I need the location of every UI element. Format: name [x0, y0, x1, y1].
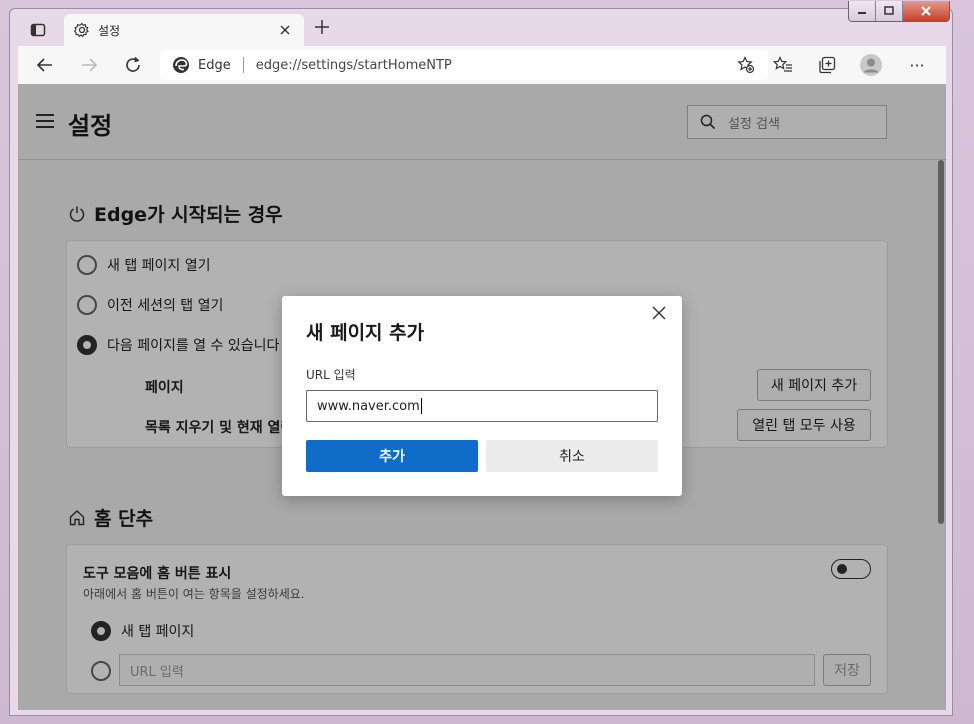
- collections-icon: [819, 56, 836, 74]
- tab-actions-button[interactable]: [28, 20, 48, 40]
- arrow-left-icon: [36, 58, 52, 72]
- dialog-url-label: URL 입력: [306, 368, 356, 382]
- dialog-close-button[interactable]: [652, 305, 670, 323]
- star-add-icon: [737, 56, 755, 74]
- close-icon: [652, 306, 666, 320]
- tab-close-button[interactable]: [276, 21, 294, 40]
- profile-button[interactable]: [858, 53, 884, 77]
- refresh-icon: [126, 56, 140, 72]
- dialog-url-value: www.naver.com: [317, 398, 420, 414]
- favorites-button[interactable]: [770, 53, 796, 77]
- address-bar[interactable]: Edge edge://settings/startHomeNTP: [160, 50, 768, 80]
- settings-content: 설정 설정 검색 Edge가 시작되는 경우 새 탭 페이지 열기 이전 세션의…: [18, 84, 946, 710]
- address-separator: [242, 57, 244, 73]
- arrow-right-icon: [82, 58, 98, 72]
- tab-title: 설정: [98, 23, 121, 38]
- refresh-button[interactable]: [120, 53, 146, 77]
- collections-button[interactable]: [814, 53, 840, 77]
- add-favorite-button[interactable]: [736, 55, 756, 75]
- dialog-title: 새 페이지 추가: [306, 322, 425, 344]
- forward-button[interactable]: [76, 53, 102, 77]
- avatar-icon: [860, 54, 882, 76]
- close-icon: [280, 25, 290, 34]
- more-button[interactable]: ···: [904, 53, 930, 77]
- add-page-dialog: 새 페이지 추가 URL 입력 www.naver.com 추가 취소: [282, 296, 682, 496]
- gear-icon: [74, 22, 89, 38]
- address-edge-label: Edge: [198, 57, 231, 73]
- dialog-add-button[interactable]: 추가: [306, 440, 478, 472]
- new-tab-button[interactable]: [310, 18, 334, 42]
- tab-strip: 설정: [18, 14, 946, 46]
- dialog-url-input[interactable]: www.naver.com: [306, 390, 658, 422]
- back-button[interactable]: [32, 53, 58, 77]
- text-caret: [420, 398, 422, 414]
- edge-logo-icon: [173, 57, 189, 73]
- address-url[interactable]: edge://settings/startHomeNTP: [256, 58, 736, 73]
- dialog-cancel-button[interactable]: 취소: [486, 440, 658, 472]
- tab-settings[interactable]: 설정: [64, 14, 304, 46]
- tab-actions-icon: [30, 23, 46, 37]
- plus-icon: [315, 20, 329, 34]
- browser-toolbar: Edge edge://settings/startHomeNTP ···: [18, 46, 946, 84]
- favorites-icon: [773, 56, 792, 72]
